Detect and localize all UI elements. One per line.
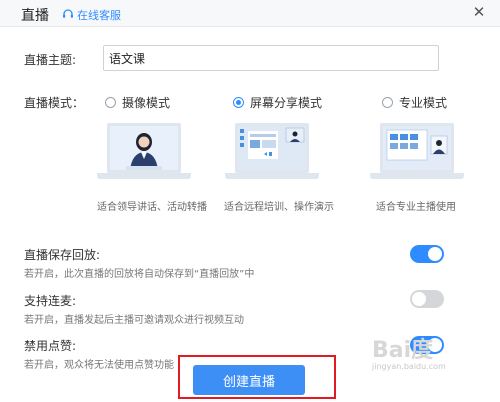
create-live-button[interactable]: 创建直播 xyxy=(193,365,305,395)
topic-label: 直播主题: xyxy=(24,53,77,67)
professional-mode-radio[interactable] xyxy=(382,97,393,108)
co-mic-title: 支持连麦: xyxy=(24,294,77,308)
screen-share-mode-caption: 适合远程培训、操作演示 xyxy=(224,202,334,213)
camera-mode-illustration xyxy=(97,123,191,183)
professional-mode-label: 专业模式 xyxy=(399,96,448,110)
screen-share-mode-illustration xyxy=(225,123,319,183)
disable-likes-desc: 若开启，观众将无法使用点赞功能 xyxy=(24,360,174,371)
close-icon[interactable]: ✕ xyxy=(470,3,488,21)
title-bar: 直播 在线客服 ✕ xyxy=(0,0,500,27)
co-mic-toggle[interactable] xyxy=(410,290,444,308)
mode-label: 直播模式： xyxy=(24,96,85,110)
mode-option-camera[interactable]: 摄像模式 xyxy=(105,94,170,111)
save-replay-toggle[interactable] xyxy=(410,245,444,263)
screen-share-mode-radio[interactable] xyxy=(233,97,244,108)
screen-share-mode-label: 屏幕分享模式 xyxy=(250,96,323,110)
save-replay-title: 直播保存回放: xyxy=(24,248,101,262)
camera-mode-radio[interactable] xyxy=(105,97,116,108)
professional-mode-caption: 适合专业主播使用 xyxy=(376,202,456,213)
save-replay-desc: 若开启，此次直播的回放将自动保存到“直播回放”中 xyxy=(24,269,255,280)
online-support-label: 在线客服 xyxy=(77,9,121,22)
headset-icon xyxy=(62,8,74,23)
disable-likes-title: 禁用点赞: xyxy=(24,339,77,353)
professional-mode-illustration xyxy=(370,123,464,183)
camera-mode-caption: 适合领导讲话、活动转播 xyxy=(97,202,207,213)
dialog-title: 直播 xyxy=(21,8,49,24)
toggle-knob xyxy=(412,292,426,306)
topic-input[interactable] xyxy=(103,45,439,71)
co-mic-desc: 若开启，直播发起后主播可邀请观众进行视频互动 xyxy=(24,315,244,326)
baidu-watermark: Bai度 jingyan.baidu.com xyxy=(372,332,492,382)
mode-option-screen-share[interactable]: 屏幕分享模式 xyxy=(233,94,322,111)
mode-option-professional[interactable]: 专业模式 xyxy=(382,94,447,111)
online-support-link[interactable]: 在线客服 xyxy=(62,7,121,23)
watermark-text: Bai度 xyxy=(372,338,434,363)
toggle-knob xyxy=(428,247,442,261)
watermark-subtext: jingyan.baidu.com xyxy=(372,362,446,371)
camera-mode-label: 摄像模式 xyxy=(122,96,171,110)
